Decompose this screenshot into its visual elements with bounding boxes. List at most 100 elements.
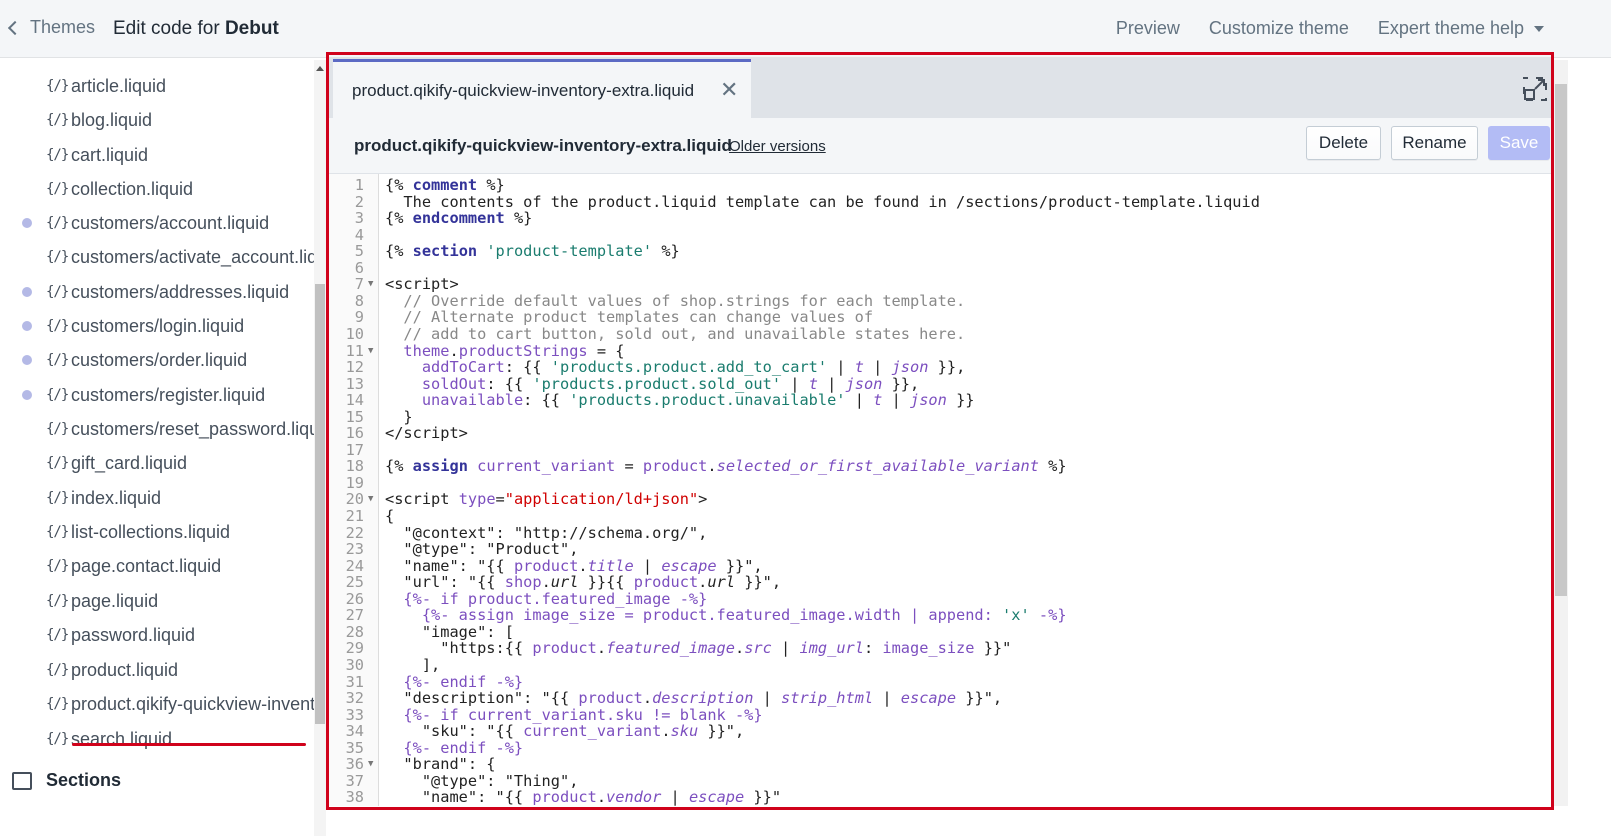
sidebar-item-file[interactable]: {/} product.liquid	[0, 653, 315, 687]
fold-arrow-icon[interactable]: ▼	[368, 276, 373, 293]
code-line[interactable]: 33 {%- if current_variant.sku != blank -…	[329, 706, 1551, 724]
line-number: 25	[345, 573, 364, 592]
code-line[interactable]: 38 "name": "{{ product.vendor | escape }…	[329, 789, 1551, 806]
sidebar-item-file[interactable]: {/} index.liquid	[0, 481, 315, 515]
sidebar-item-file[interactable]: {/} blog.liquid	[0, 103, 315, 137]
line-number: 13	[345, 374, 364, 393]
sidebar-item-file[interactable]: {/} collection.liquid	[0, 172, 315, 206]
sidebar-item-file[interactable]: {/} article.liquid	[0, 69, 315, 103]
delete-button[interactable]: Delete	[1306, 126, 1381, 160]
rename-button[interactable]: Rename	[1391, 126, 1478, 160]
code-line[interactable]: 15 }	[329, 408, 1551, 426]
liquid-file-icon: {/}	[46, 318, 69, 334]
code-line[interactable]: 17	[329, 441, 1551, 459]
fold-arrow-icon[interactable]: ▼	[368, 343, 373, 360]
save-button[interactable]: Save	[1488, 126, 1550, 160]
code-line[interactable]: 5 {% section 'product-template' %}	[329, 243, 1551, 260]
file-name: password.liquid	[71, 624, 196, 645]
expand-icon[interactable]	[1523, 77, 1547, 101]
older-versions-link[interactable]: Older versions	[729, 138, 826, 155]
code-line[interactable]: 24 "name": "{{ product.title | escape }}…	[329, 557, 1551, 575]
code-line[interactable]: 26 {%- if product.featured_image -%}	[329, 589, 1551, 608]
sidebar-item-file[interactable]: {/} customers/login.liquid	[0, 309, 315, 343]
code-line[interactable]: 21 {	[329, 508, 1551, 525]
code-line[interactable]: 36 ▼ "brand": {	[329, 756, 1551, 773]
code-line[interactable]: 13 soldOut: {{ 'products.product.sold_ou…	[329, 374, 1551, 393]
customize-theme-link[interactable]: Customize theme	[1209, 18, 1349, 39]
sidebar-item-file[interactable]: {/} customers/order.liquid	[0, 343, 315, 377]
file-title: product.qikify-quickview-inventory-extra…	[354, 136, 732, 155]
line-number: 11	[345, 341, 364, 360]
code-line[interactable]: 1 {% comment %}	[329, 177, 1551, 194]
file-name: search.liquid	[71, 728, 173, 749]
sidebar-item-file[interactable]: {/} customers/addresses.liquid	[0, 275, 315, 309]
sidebar-item-file[interactable]: {/} customers/account.liquid	[0, 206, 315, 240]
sidebar-item-file[interactable]: {/} list-collections.liquid	[0, 515, 315, 549]
code-line[interactable]: 19	[329, 474, 1551, 492]
code-text: addToCart: {{ 'products.product.add_to_c…	[421, 358, 966, 377]
code-line[interactable]: 30 ],	[329, 655, 1551, 674]
code-line[interactable]: 2 The contents of the product.liquid tem…	[329, 193, 1551, 211]
line-number: 9	[354, 308, 364, 327]
line-number: 26	[345, 589, 364, 608]
sidebar-item-file[interactable]: {/} customers/register.liquid	[0, 378, 315, 412]
code-line[interactable]: 4	[329, 226, 1551, 244]
liquid-file-icon: {/}	[46, 147, 69, 163]
sections-folder[interactable]: Sections	[12, 770, 121, 791]
editor-tab-active[interactable]: product.qikify-quickview-inventory-extra…	[333, 59, 751, 118]
code-line[interactable]: 12 addToCart: {{ 'products.product.add_t…	[329, 359, 1551, 376]
editor-scrollbar-thumb[interactable]	[1555, 84, 1567, 596]
code-line[interactable]: 37 "@type": "Thing",	[329, 772, 1551, 790]
liquid-file-icon: {/}	[46, 215, 69, 231]
sidebar-item-file[interactable]: {/} customers/activate_account.liquid	[0, 240, 315, 274]
code-line[interactable]: 27 {%- assign image_size = product.featu…	[329, 607, 1551, 624]
liquid-file-icon: {/}	[46, 112, 69, 128]
sidebar-scrollbar-thumb[interactable]	[315, 284, 325, 724]
code-line[interactable]: 14 unavailable: {{ 'products.product.una…	[329, 392, 1551, 409]
sidebar-item-file[interactable]: {/} customers/reset_password.liquid	[0, 412, 315, 446]
code-line[interactable]: 11 ▼ theme.productStrings = {	[329, 341, 1551, 360]
code-line[interactable]: 18 {% assign current_variant = product.se…	[329, 458, 1551, 475]
code-line[interactable]: 23 "@type": "Product",	[329, 541, 1551, 558]
sidebar-item-file[interactable]: {/} page.contact.liquid	[0, 549, 315, 583]
code-line[interactable]: 25 "url": "{{ shop.url }}{{ product.url …	[329, 574, 1551, 591]
code-line[interactable]: 8 // Override default values of shop.str…	[329, 292, 1551, 310]
code-line[interactable]: 16 </script>	[329, 425, 1551, 442]
back-label: Themes	[30, 17, 96, 37]
code-line[interactable]: 3 {% endcomment %}	[329, 210, 1551, 227]
code-text: "image": [	[385, 622, 514, 641]
back-to-themes-link[interactable]: Themes	[7, 17, 96, 38]
sidebar-item-file[interactable]: {/} gift_card.liquid	[0, 446, 315, 480]
code-line[interactable]: 28 "image": [	[329, 622, 1551, 641]
sidebar-item-file[interactable]: {/} password.liquid	[0, 618, 315, 652]
fold-arrow-icon[interactable]: ▼	[368, 756, 373, 773]
sidebar-item-file[interactable]: {/} search.liquid	[0, 722, 315, 756]
code-text: "sku": "{{ current_variant.sku }}",	[385, 722, 745, 741]
modified-dot-icon	[22, 218, 32, 228]
file-name: gift_card.liquid	[71, 452, 188, 473]
scroll-up-arrow-icon[interactable]	[316, 66, 324, 71]
code-line[interactable]: 34 "sku": "{{ current_variant.sku }}",	[329, 723, 1551, 740]
code-text: theme.productStrings = {	[403, 341, 625, 360]
code-line[interactable]: 10 // add to cart button, sold out, and …	[329, 325, 1551, 343]
code-line[interactable]: 32 "description": "{{ product.descriptio…	[329, 690, 1551, 707]
code-line[interactable]: 6	[329, 259, 1551, 277]
code-line[interactable]: 7 ▼ <script>	[329, 276, 1551, 293]
code-line[interactable]: 22 "@context": "http://schema.org/",	[329, 524, 1551, 542]
liquid-file-icon: {/}	[46, 249, 69, 265]
code-line[interactable]: 29 "https:{{ product.featured_image.src …	[329, 640, 1551, 657]
fold-arrow-icon[interactable]: ▼	[368, 491, 373, 508]
code-line[interactable]: 31 {%- endif -%}	[329, 673, 1551, 691]
line-number: 21	[345, 507, 364, 525]
sidebar-item-file[interactable]: {/} page.liquid	[0, 584, 315, 618]
sidebar-item-file[interactable]: {/} cart.liquid	[0, 138, 315, 172]
close-icon[interactable]: ✕	[720, 79, 738, 101]
expert-theme-help-dropdown[interactable]: Expert theme help	[1378, 18, 1573, 39]
code-line[interactable]: 35 {%- endif -%}	[329, 739, 1551, 757]
code-line[interactable]: 9 // Alternate product templates can cha…	[329, 309, 1551, 326]
code-line[interactable]: 20 ▼ <script type="application/ld+json">	[329, 491, 1551, 508]
code-text: {% section 'product-template' %}	[385, 242, 680, 261]
sidebar-item-file-active[interactable]: {/}product.qikify-quickview-inventory-ex…	[0, 687, 315, 721]
line-number: 30	[345, 655, 364, 674]
preview-link[interactable]: Preview	[1116, 18, 1180, 39]
